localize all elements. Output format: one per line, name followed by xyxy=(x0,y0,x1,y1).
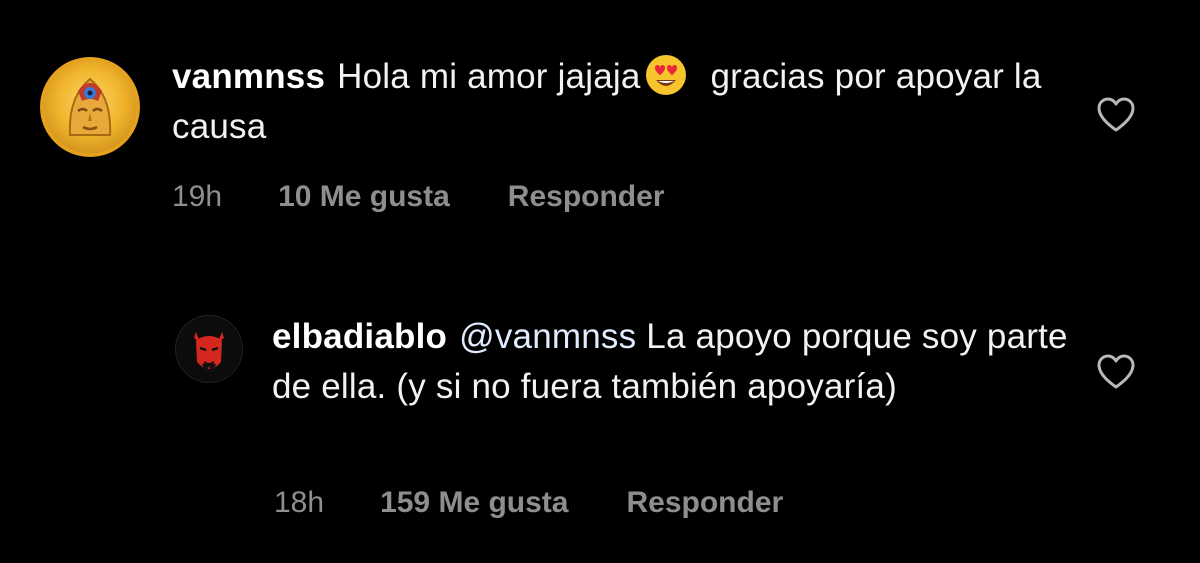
reply-timestamp: 18h xyxy=(274,486,325,519)
red-devil-avatar-icon xyxy=(177,317,241,381)
reply-item: elbadiablo @vanmnss La apoyo porque soy pa… xyxy=(0,300,1200,563)
reply-meta: 18h 159 Me gusta Responder xyxy=(274,486,783,520)
reply-button[interactable]: Responder xyxy=(626,486,783,520)
mention-link[interactable]: @vanmnss xyxy=(459,317,636,356)
golden-mask-avatar-icon xyxy=(40,57,140,157)
heart-outline-icon[interactable] xyxy=(1097,97,1135,133)
comment-item: vanmnss Hola mi amor jajaja gracias por a… xyxy=(0,0,1200,250)
heart-eyes-emoji-icon xyxy=(645,54,687,96)
comment-meta: 19h 10 Me gusta Responder xyxy=(172,180,665,214)
heart-outline-icon[interactable] xyxy=(1097,354,1135,390)
avatar[interactable] xyxy=(40,57,140,157)
comments-thread: vanmnss Hola mi amor jajaja gracias por a… xyxy=(0,0,1200,563)
comment-timestamp: 19h xyxy=(172,180,223,213)
avatar[interactable] xyxy=(176,316,242,382)
reply-username[interactable]: elbadiablo xyxy=(272,317,447,356)
comment-likes-count[interactable]: 10 Me gusta xyxy=(278,180,450,214)
comment-username[interactable]: vanmnss xyxy=(172,57,325,96)
comment-body-part-1: Hola mi amor jajaja xyxy=(337,57,641,96)
reply-button[interactable]: Responder xyxy=(508,180,665,214)
comment-text: vanmnss Hola mi amor jajaja gracias por a… xyxy=(172,52,1072,152)
reply-likes-count[interactable]: 159 Me gusta xyxy=(380,486,568,520)
reply-text: elbadiablo @vanmnss La apoyo porque soy pa… xyxy=(272,312,1072,412)
